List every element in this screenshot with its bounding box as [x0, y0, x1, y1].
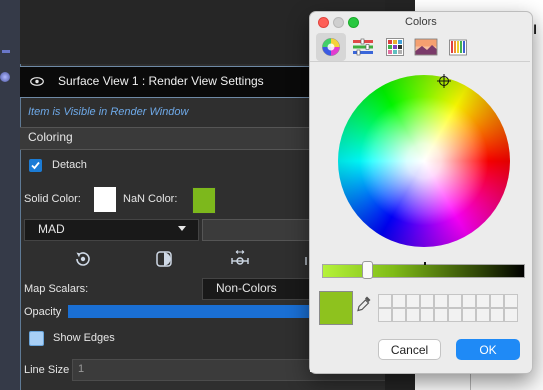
custom-swatch[interactable]: [420, 294, 434, 308]
minimize-window-button[interactable]: [333, 17, 344, 28]
ok-button[interactable]: OK: [456, 339, 520, 360]
invert-colormap-icon[interactable]: [154, 249, 174, 269]
solid-color-label: Solid Color:: [24, 193, 81, 205]
custom-swatch[interactable]: [378, 294, 392, 308]
visibility-note: Item is Visible in Render Window: [28, 106, 189, 118]
brightness-slider-thumb[interactable]: [362, 261, 373, 279]
eye-icon[interactable]: [30, 77, 44, 86]
rescale-range-icon[interactable]: [230, 249, 250, 269]
coloring-mode-value: MAD: [38, 222, 65, 236]
cancel-button[interactable]: Cancel: [378, 339, 441, 360]
line-size-label: Line Size: [24, 364, 70, 376]
custom-swatch[interactable]: [392, 294, 406, 308]
show-edges-label: Show Edges: [53, 332, 115, 344]
panel-title: Surface View 1 : Render View Settings: [58, 74, 264, 88]
custom-swatch[interactable]: [462, 294, 476, 308]
show-edges-checkbox[interactable]: [29, 331, 44, 346]
brightness-slider[interactable]: [322, 264, 525, 278]
close-window-button[interactable]: [318, 17, 329, 28]
map-scalars-label: Map Scalars:: [24, 283, 89, 295]
detach-label: Detach: [52, 159, 87, 171]
line-size-value: 1: [78, 363, 85, 375]
app-left-edge: [0, 0, 20, 390]
window-title: Colors: [405, 16, 437, 28]
nan-color-label: NaN Color:: [123, 193, 178, 205]
color-sliders-icon[interactable]: [352, 37, 374, 57]
reset-range-icon[interactable]: [73, 249, 93, 269]
coloring-section-label: Coloring: [28, 130, 73, 144]
map-scalars-value: Non-Colors: [216, 281, 277, 295]
custom-swatch[interactable]: [448, 308, 462, 322]
color-wheel-icon[interactable]: [321, 37, 341, 57]
nan-color-button[interactable]: [192, 187, 216, 214]
custom-swatch[interactable]: [490, 294, 504, 308]
custom-swatch[interactable]: [378, 308, 392, 322]
current-color-swatch[interactable]: [319, 291, 353, 325]
eyedropper-icon[interactable]: [356, 295, 372, 313]
custom-swatch[interactable]: [406, 308, 420, 322]
pencils-icon[interactable]: [448, 37, 468, 57]
custom-swatch[interactable]: [476, 308, 490, 322]
custom-swatch[interactable]: [504, 294, 518, 308]
color-wheel-shade: [338, 75, 510, 247]
custom-swatch[interactable]: [392, 308, 406, 322]
zoom-window-button[interactable]: [348, 17, 359, 28]
custom-swatch[interactable]: [434, 294, 448, 308]
image-palettes-icon[interactable]: [414, 37, 438, 57]
custom-swatch[interactable]: [462, 308, 476, 322]
custom-swatch[interactable]: [504, 308, 518, 322]
custom-swatch[interactable]: [420, 308, 434, 322]
detach-checkbox[interactable]: [29, 159, 42, 172]
opacity-label: Opacity: [24, 306, 62, 318]
wheel-crosshair-icon[interactable]: [437, 74, 451, 88]
solid-color-button[interactable]: [94, 187, 116, 212]
custom-swatch[interactable]: [490, 308, 504, 322]
chevron-down-icon: [178, 226, 186, 231]
slider-tick: [424, 262, 426, 265]
custom-swatch[interactable]: [476, 294, 490, 308]
custom-swatch[interactable]: [434, 308, 448, 322]
color-palettes-icon[interactable]: [385, 37, 405, 57]
custom-swatch[interactable]: [448, 294, 462, 308]
custom-swatch[interactable]: [406, 294, 420, 308]
